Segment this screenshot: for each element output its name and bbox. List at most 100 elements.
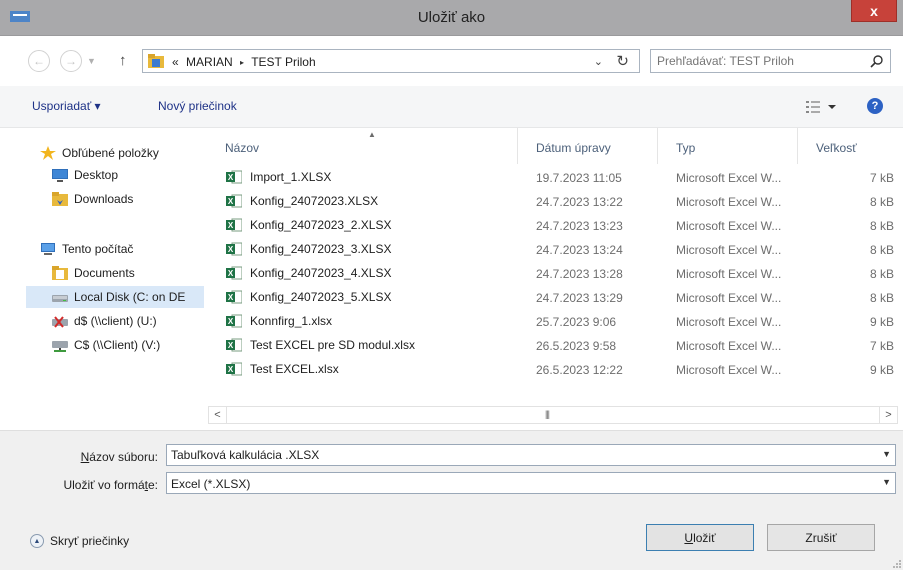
nav-item-label: d$ (\\client) (U:) bbox=[74, 314, 157, 328]
back-button[interactable]: ← bbox=[28, 50, 50, 72]
breadcrumb-separator-icon[interactable]: ▸ bbox=[240, 58, 244, 67]
file-name: X Test EXCEL pre SD modul.xlsx bbox=[226, 338, 415, 352]
nav-item-desktop[interactable]: Desktop bbox=[52, 164, 118, 186]
filename-combobox[interactable]: ▼ bbox=[166, 444, 896, 466]
documents-folder-icon bbox=[52, 266, 68, 280]
close-button[interactable]: x bbox=[851, 0, 897, 22]
excel-file-icon: X bbox=[226, 170, 242, 184]
file-type: Microsoft Excel W... bbox=[676, 315, 782, 329]
up-button[interactable]: ↑ bbox=[119, 52, 127, 69]
file-size: 7 kB bbox=[869, 171, 894, 185]
title-bar: Uložiť ako x bbox=[0, 0, 903, 36]
svg-text:X: X bbox=[228, 197, 234, 206]
chevron-down-icon[interactable]: ▼ bbox=[882, 449, 891, 459]
help-icon[interactable]: ? bbox=[867, 98, 883, 114]
file-type: Microsoft Excel W... bbox=[676, 195, 782, 209]
file-row[interactable]: X Konnfirg_1.xlsx 25.7.2023 9:06 Microsoft … bbox=[208, 310, 898, 333]
column-header-date[interactable]: Dátum úpravy bbox=[518, 128, 658, 164]
search-input[interactable] bbox=[657, 54, 857, 68]
excel-file-icon: X bbox=[226, 194, 242, 208]
sort-ascending-icon: ▲ bbox=[368, 130, 376, 139]
refresh-icon[interactable]: ↻ bbox=[616, 52, 629, 70]
excel-file-icon: X bbox=[226, 338, 242, 352]
breadcrumb-item-marian[interactable]: MARIAN bbox=[186, 55, 233, 69]
nav-item-label: Downloads bbox=[74, 192, 134, 206]
file-size: 9 kB bbox=[869, 363, 894, 377]
nav-item-label: Tento počítač bbox=[62, 242, 134, 256]
nav-item-favorites[interactable]: Obľúbené položky bbox=[40, 142, 159, 164]
nav-item-drive-u[interactable]: d$ (\\client) (U:) bbox=[52, 310, 157, 332]
file-row[interactable]: X Test EXCEL pre SD modul.xlsx 26.5.2023 9… bbox=[208, 334, 898, 357]
file-name: X Konfig_24072023_2.XLSX bbox=[226, 218, 392, 232]
view-options-icon[interactable] bbox=[804, 98, 842, 116]
file-name: X Konfig_24072023.XLSX bbox=[226, 194, 379, 208]
horizontal-scrollbar[interactable]: < ||| > bbox=[208, 406, 898, 424]
file-size: 8 kB bbox=[869, 267, 894, 281]
file-name: X Konfig_24072023_4.XLSX bbox=[226, 266, 392, 280]
nav-item-this-pc[interactable]: Tento počítač bbox=[40, 238, 133, 260]
hide-folders-toggle[interactable]: ▲ Skryť priečinky bbox=[30, 534, 129, 548]
format-select[interactable]: Excel (*.XLSX) ▼ bbox=[166, 472, 896, 494]
scroll-left-icon[interactable]: < bbox=[209, 407, 227, 423]
organize-menu[interactable]: Usporiadať ▾ bbox=[32, 99, 101, 113]
file-row[interactable]: X Konfig_24072023_2.XLSX 24.7.2023 13:23 Mi… bbox=[208, 214, 898, 237]
cancel-button[interactable]: Zrušiť bbox=[767, 524, 875, 551]
file-name: X Import_1.XLSX bbox=[226, 170, 332, 184]
file-row[interactable]: X Konfig_24072023_3.XLSX 24.7.2023 13:24 Mi… bbox=[208, 238, 898, 261]
file-date: 24.7.2023 13:29 bbox=[536, 291, 623, 305]
recent-locations-dropdown[interactable]: ▼ bbox=[87, 56, 96, 66]
nav-item-local-disk[interactable]: Local Disk (C: on DE bbox=[26, 286, 204, 308]
file-type: Microsoft Excel W... bbox=[676, 291, 782, 305]
format-value: Excel (*.XLSX) bbox=[171, 477, 251, 491]
file-type: Microsoft Excel W... bbox=[676, 339, 782, 353]
column-header-name[interactable]: ▲ Názov bbox=[208, 128, 518, 164]
svg-text:X: X bbox=[228, 341, 234, 350]
search-icon[interactable] bbox=[870, 54, 884, 68]
desktop-icon bbox=[52, 169, 68, 182]
nav-item-drive-v[interactable]: C$ (\\Client) (V:) bbox=[52, 334, 160, 356]
file-size: 9 kB bbox=[869, 315, 894, 329]
arrow-left-icon: ← bbox=[33, 54, 45, 68]
star-icon bbox=[40, 146, 56, 160]
file-date: 24.7.2023 13:28 bbox=[536, 267, 623, 281]
filename-input[interactable] bbox=[171, 448, 861, 462]
filename-label: Názov súboru: bbox=[80, 450, 158, 464]
resize-grip-icon[interactable] bbox=[891, 558, 901, 568]
address-bar[interactable]: « MARIAN ▸ TEST Priloh ⌄ ↻ bbox=[142, 49, 640, 73]
file-row[interactable]: X Konfig_24072023_4.XLSX 24.7.2023 13:28 Mi… bbox=[208, 262, 898, 285]
window-title: Uložiť ako bbox=[417, 9, 486, 26]
breadcrumb-item-test-priloh[interactable]: TEST Priloh bbox=[251, 55, 315, 69]
new-folder-button[interactable]: Nový priečinok bbox=[158, 99, 237, 113]
svg-text:X: X bbox=[228, 173, 234, 182]
file-date: 24.7.2023 13:22 bbox=[536, 195, 623, 209]
file-date: 26.5.2023 9:58 bbox=[536, 339, 617, 353]
svg-text:X: X bbox=[228, 269, 234, 278]
file-size: 8 kB bbox=[869, 243, 894, 257]
drive-icon bbox=[52, 295, 68, 302]
scroll-right-icon[interactable]: > bbox=[879, 407, 897, 423]
file-size: 8 kB bbox=[869, 219, 894, 233]
arrow-right-icon: → bbox=[65, 54, 77, 68]
file-row[interactable]: X Konfig_24072023_5.XLSX 24.7.2023 13:29 Mi… bbox=[208, 286, 898, 309]
file-row[interactable]: X Import_1.XLSX 19.7.2023 11:05 Microsoft E… bbox=[208, 166, 898, 189]
address-row: ← → ▼ ↑ « MARIAN ▸ TEST Priloh ⌄ ↻ bbox=[0, 36, 903, 86]
chevron-down-icon[interactable]: ▼ bbox=[882, 477, 891, 487]
search-box[interactable] bbox=[650, 49, 891, 73]
column-header-type[interactable]: Typ bbox=[658, 128, 798, 164]
breadcrumb-overflow[interactable]: « bbox=[172, 55, 179, 69]
file-row[interactable]: X Konfig_24072023.XLSX 24.7.2023 13:22 Micr… bbox=[208, 190, 898, 213]
scroll-thumb-grip-icon[interactable]: ||| bbox=[545, 409, 550, 419]
column-header-size[interactable]: Veľkosť bbox=[798, 128, 898, 164]
nav-item-downloads[interactable]: Downloads bbox=[52, 188, 133, 210]
nav-item-documents[interactable]: Documents bbox=[52, 262, 135, 284]
file-row[interactable]: X Test EXCEL.xlsx 26.5.2023 12:22 Microsoft… bbox=[208, 358, 898, 381]
folder-icon bbox=[148, 54, 164, 68]
forward-button[interactable]: → bbox=[60, 50, 82, 72]
excel-file-icon: X bbox=[226, 266, 242, 280]
svg-text:X: X bbox=[228, 221, 234, 230]
collapse-icon: ▲ bbox=[30, 534, 44, 548]
file-date: 26.5.2023 12:22 bbox=[536, 363, 623, 377]
address-dropdown-icon[interactable]: ⌄ bbox=[594, 55, 603, 68]
file-name: X Konfig_24072023_5.XLSX bbox=[226, 290, 392, 304]
save-button[interactable]: Uložiť bbox=[646, 524, 754, 551]
